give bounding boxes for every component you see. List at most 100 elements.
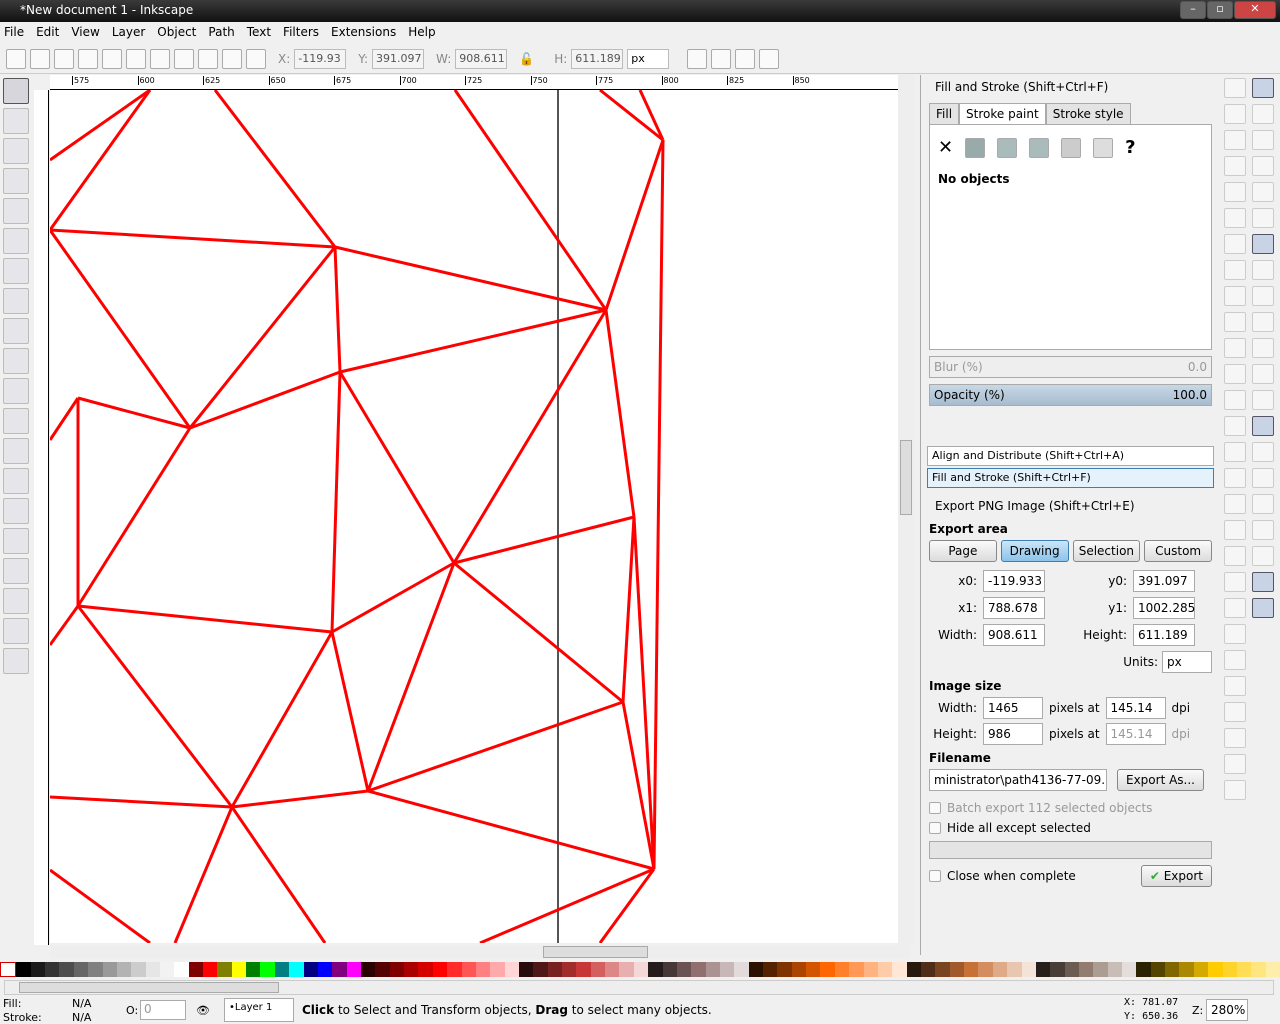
mesh-edge[interactable] bbox=[621, 516, 636, 703]
color-swatch[interactable] bbox=[849, 962, 864, 977]
command-icon[interactable] bbox=[1224, 104, 1246, 124]
snap-icon[interactable] bbox=[1252, 546, 1274, 566]
mesh-edge[interactable] bbox=[453, 90, 608, 311]
color-swatch[interactable] bbox=[375, 962, 390, 977]
scale-corners-icon[interactable] bbox=[711, 48, 732, 69]
mesh-edge[interactable] bbox=[604, 139, 665, 311]
select-all-layers-icon[interactable] bbox=[30, 48, 50, 69]
measure-tool-icon[interactable] bbox=[3, 198, 29, 224]
color-swatch[interactable] bbox=[389, 962, 405, 977]
snap-icon[interactable] bbox=[1252, 520, 1274, 540]
mesh-edge[interactable] bbox=[453, 515, 635, 565]
mesh-edge[interactable] bbox=[330, 371, 342, 633]
color-swatch[interactable] bbox=[676, 962, 692, 977]
color-swatch[interactable] bbox=[935, 962, 950, 977]
color-swatch[interactable] bbox=[648, 962, 663, 977]
snap-icon[interactable] bbox=[1252, 572, 1274, 592]
snap-icon[interactable] bbox=[1252, 390, 1274, 410]
rotate-cw-icon[interactable] bbox=[102, 48, 122, 69]
color-swatch[interactable] bbox=[504, 962, 519, 977]
connector-tool-icon[interactable] bbox=[3, 648, 29, 674]
color-swatch[interactable] bbox=[203, 962, 218, 977]
menu-path[interactable]: Path bbox=[208, 25, 234, 41]
mesh-edge[interactable] bbox=[230, 631, 334, 808]
rect-tool-icon[interactable] bbox=[3, 228, 29, 254]
menu-text[interactable]: Text bbox=[247, 25, 271, 41]
color-swatch[interactable] bbox=[404, 962, 419, 977]
command-icon[interactable] bbox=[1224, 260, 1246, 280]
color-swatch[interactable] bbox=[892, 962, 907, 977]
mesh-edge[interactable] bbox=[50, 397, 80, 441]
command-icon[interactable] bbox=[1224, 598, 1246, 618]
mesh-edge[interactable] bbox=[366, 562, 456, 792]
mesh-edge[interactable] bbox=[77, 604, 333, 634]
star-tool-icon[interactable] bbox=[3, 318, 29, 344]
move-gradients-icon[interactable] bbox=[735, 48, 756, 69]
flat-color-button[interactable] bbox=[965, 137, 986, 158]
snap-icon[interactable] bbox=[1252, 416, 1274, 436]
snap-icon[interactable] bbox=[1252, 442, 1274, 462]
color-swatch[interactable] bbox=[562, 962, 577, 977]
menu-edit[interactable]: Edit bbox=[36, 25, 59, 41]
snap-icon[interactable] bbox=[1252, 312, 1274, 332]
snap-icon[interactable] bbox=[1252, 104, 1274, 124]
text-tool-icon[interactable] bbox=[3, 468, 29, 494]
mesh-edge[interactable] bbox=[50, 229, 192, 429]
command-icon[interactable] bbox=[1224, 650, 1246, 670]
raise-top-icon[interactable] bbox=[246, 48, 266, 69]
lower-icon[interactable] bbox=[198, 48, 218, 69]
lower-bottom-icon[interactable] bbox=[174, 48, 194, 69]
color-swatch[interactable] bbox=[906, 962, 921, 977]
snap-icon[interactable] bbox=[1252, 364, 1274, 384]
color-swatch[interactable] bbox=[231, 962, 247, 977]
gradient-tool-icon[interactable] bbox=[3, 588, 29, 614]
selector-tool-icon[interactable] bbox=[3, 78, 29, 104]
command-icon[interactable] bbox=[1224, 780, 1246, 800]
layer-select[interactable]: •Layer 1 bbox=[224, 998, 294, 1022]
dpi-x-input[interactable]: 145.14 bbox=[1105, 697, 1166, 719]
deselect-icon[interactable] bbox=[54, 48, 74, 69]
color-swatch[interactable] bbox=[619, 962, 634, 977]
tab-stroke-paint[interactable]: Stroke paint bbox=[959, 103, 1046, 124]
snap-icon[interactable] bbox=[1252, 286, 1274, 306]
pattern-button[interactable] bbox=[1061, 137, 1082, 158]
color-swatch[interactable] bbox=[605, 962, 620, 977]
color-swatch[interactable] bbox=[346, 962, 361, 977]
color-swatch[interactable] bbox=[1222, 962, 1237, 977]
lock-icon[interactable]: 🔓 bbox=[519, 52, 534, 66]
color-swatch[interactable] bbox=[820, 962, 835, 977]
color-swatch[interactable] bbox=[432, 962, 448, 977]
mesh-edge[interactable] bbox=[453, 561, 624, 704]
calligraphy-tool-icon[interactable] bbox=[3, 438, 29, 464]
color-swatch[interactable] bbox=[1179, 962, 1194, 977]
snap-icon[interactable] bbox=[1252, 208, 1274, 228]
flip-horizontal-icon[interactable] bbox=[126, 48, 146, 69]
dpi-y-input[interactable]: 145.14 bbox=[1105, 723, 1166, 745]
menu-layer[interactable]: Layer bbox=[112, 25, 145, 41]
color-swatch[interactable] bbox=[834, 962, 850, 977]
color-swatch[interactable] bbox=[217, 962, 232, 977]
height-input[interactable]: 611.189 bbox=[1133, 624, 1195, 646]
mesh-edge[interactable] bbox=[452, 309, 608, 564]
command-icon[interactable] bbox=[1224, 234, 1246, 254]
color-swatch[interactable] bbox=[475, 962, 491, 977]
color-swatch[interactable] bbox=[1165, 962, 1180, 977]
snap-icon[interactable] bbox=[1252, 130, 1274, 150]
color-swatch[interactable] bbox=[949, 962, 965, 977]
spray-tool-icon[interactable] bbox=[3, 498, 29, 524]
mesh-edge[interactable] bbox=[331, 561, 455, 634]
batch-checkbox[interactable] bbox=[929, 802, 941, 814]
area-custom-button[interactable]: Custom bbox=[1144, 540, 1212, 562]
tab-stroke-style[interactable]: Stroke style bbox=[1045, 103, 1131, 124]
snap-icon[interactable] bbox=[1252, 468, 1274, 488]
color-swatch[interactable] bbox=[964, 962, 979, 977]
y-input[interactable]: 391.097 bbox=[372, 48, 425, 69]
command-icon[interactable] bbox=[1224, 676, 1246, 696]
color-swatch[interactable] bbox=[59, 962, 74, 977]
eraser-tool-icon[interactable] bbox=[3, 528, 29, 554]
mesh-edge[interactable] bbox=[50, 228, 336, 249]
color-swatch[interactable] bbox=[289, 962, 304, 977]
color-swatch[interactable] bbox=[461, 962, 476, 977]
color-swatch[interactable] bbox=[1107, 962, 1123, 977]
hide-checkbox[interactable] bbox=[929, 822, 941, 834]
